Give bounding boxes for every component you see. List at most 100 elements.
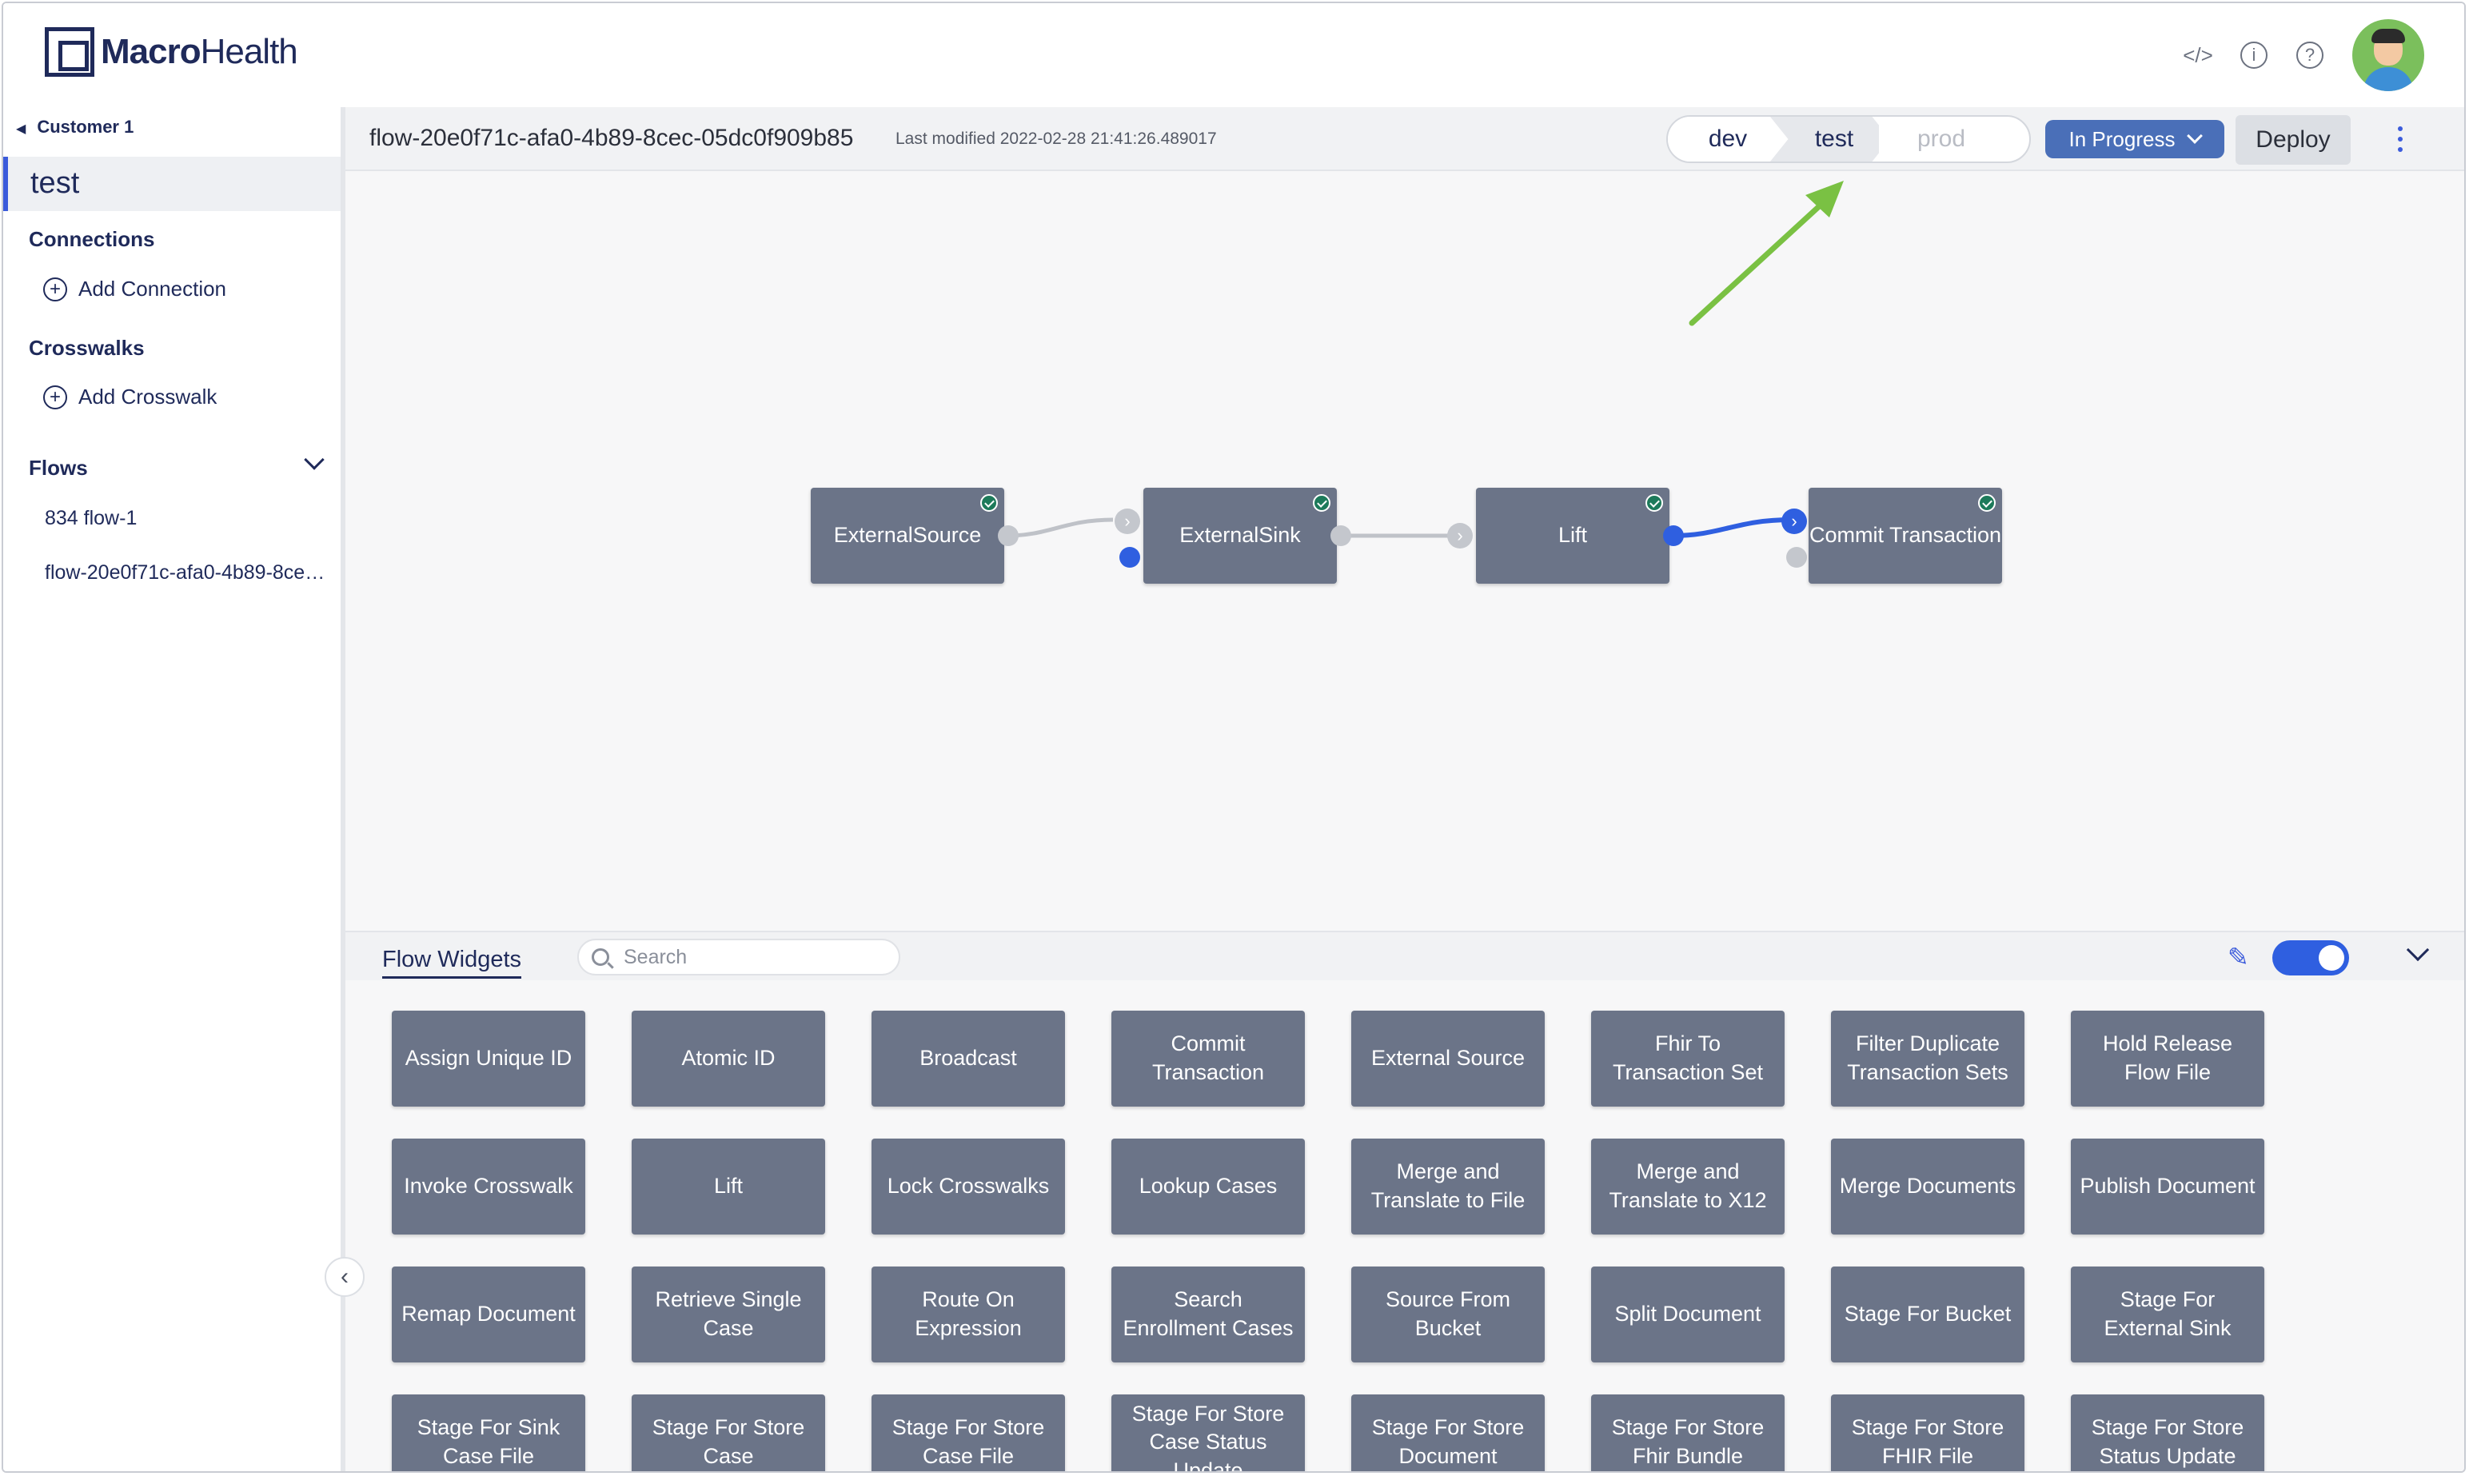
help-icon[interactable]: ? bbox=[2296, 42, 2323, 69]
plus-circle-icon: + bbox=[43, 385, 67, 409]
logo-text-bold: Macro bbox=[101, 32, 201, 71]
input-port-icon[interactable]: › bbox=[1115, 509, 1140, 534]
chevron-down-icon[interactable] bbox=[2406, 938, 2430, 962]
widgets-area: Assign Unique ID Atomic ID Broadcast Commit… bbox=[345, 980, 2464, 1471]
flow-node-externalsource[interactable]: ExternalSource bbox=[811, 488, 1004, 584]
flow-widget-tile[interactable]: Search Enrollment Cases bbox=[1111, 1267, 1305, 1362]
output-port[interactable] bbox=[1786, 547, 1807, 568]
flow-widget-tile[interactable]: Filter Duplicate Transaction Sets bbox=[1831, 1011, 2024, 1107]
pencil-icon[interactable]: ✎ bbox=[2228, 942, 2249, 972]
flow-widget-tile[interactable]: Atomic ID bbox=[632, 1011, 825, 1107]
flow-widget-tile[interactable]: Lock Crosswalks bbox=[872, 1139, 1065, 1235]
info-icon[interactable]: i bbox=[2240, 42, 2268, 69]
search-input[interactable] bbox=[624, 945, 880, 969]
flow-widget-tile[interactable]: Stage For Store Case Status Update bbox=[1111, 1394, 1305, 1471]
flow-widget-tile[interactable]: Route On Expression bbox=[872, 1267, 1065, 1362]
connector-lift-commit bbox=[1672, 517, 1792, 538]
input-port-icon[interactable]: › bbox=[1781, 509, 1807, 534]
flow-widget-tile[interactable]: Commit Transaction bbox=[1111, 1011, 1305, 1107]
widget-search[interactable] bbox=[577, 939, 900, 975]
sidebar-flow-item[interactable]: flow-20e0f71c-afa0-4b89-8cec-05dc0f909b8… bbox=[45, 561, 333, 584]
chevron-left-icon: ‹ bbox=[341, 1263, 349, 1290]
flow-widget-tile[interactable]: Invoke Crosswalk bbox=[392, 1139, 585, 1235]
chevron-down-icon[interactable] bbox=[304, 449, 325, 470]
flow-node-lift[interactable]: Lift bbox=[1476, 488, 1669, 584]
flow-widget-tile[interactable]: Stage For Store Fhir Bundle bbox=[1591, 1394, 1785, 1471]
crosswalks-heading: Crosswalks bbox=[29, 336, 145, 360]
flow-widget-tile[interactable]: Publish Document bbox=[2071, 1139, 2264, 1235]
flow-widget-tile[interactable]: Stage For Store Case File bbox=[872, 1394, 1065, 1471]
add-connection-label: Add Connection bbox=[78, 277, 227, 301]
stage-dev[interactable]: dev bbox=[1668, 117, 1788, 162]
check-circle-icon bbox=[980, 494, 998, 512]
flow-widget-tile[interactable]: Assign Unique ID bbox=[392, 1011, 585, 1107]
node-label: Lift bbox=[1558, 523, 1588, 548]
macrohealth-logo[interactable]: MacroHealth bbox=[45, 27, 298, 77]
flow-widget-tile[interactable]: Stage For Bucket bbox=[1831, 1267, 2024, 1362]
flow-node-externalsink[interactable]: ExternalSink bbox=[1143, 488, 1337, 584]
flow-widget-tile[interactable]: Stage For Store Status Update bbox=[2071, 1394, 2264, 1471]
flow-widget-tile[interactable]: Stage For Store FHIR File bbox=[1831, 1394, 2024, 1471]
flow-widget-tile[interactable]: Stage For Store Document bbox=[1351, 1394, 1545, 1471]
flow-widget-tile[interactable]: Merge and Translate to X12 bbox=[1591, 1139, 1785, 1235]
check-circle-icon bbox=[1645, 494, 1663, 512]
last-modified: Last modified 2022-02-28 21:41:26.489017 bbox=[895, 130, 1217, 148]
flow-widget-tile[interactable]: Stage For External Sink bbox=[2071, 1267, 2264, 1362]
sidebar-selected-label: test bbox=[30, 166, 80, 200]
sidebar: ◀ Customer 1 test Connections + Add Connec… bbox=[3, 107, 345, 1471]
flow-widget-tile[interactable]: Remap Document bbox=[392, 1267, 585, 1362]
flow-widget-tile[interactable]: Split Document bbox=[1591, 1267, 1785, 1362]
flow-widget-tile[interactable]: Broadcast bbox=[872, 1011, 1065, 1107]
sidebar-item-selected[interactable]: test bbox=[3, 157, 341, 211]
output-port[interactable] bbox=[1119, 547, 1140, 568]
flow-widget-tile[interactable]: Fhir To Transaction Set bbox=[1591, 1011, 1785, 1107]
edit-mode-toggle[interactable] bbox=[2272, 940, 2349, 975]
more-options-icon[interactable] bbox=[2392, 123, 2408, 155]
flow-widget-tile[interactable]: Stage For Sink Case File bbox=[392, 1394, 585, 1471]
flows-heading[interactable]: Flows bbox=[29, 456, 88, 481]
connections-heading: Connections bbox=[29, 227, 155, 251]
node-label: ExternalSource bbox=[833, 523, 982, 548]
flow-canvas[interactable]: ExternalSource › ExternalSink › Lift › C… bbox=[345, 171, 2464, 931]
flow-widget-tile[interactable]: Lookup Cases bbox=[1111, 1139, 1305, 1235]
customer-label: Customer 1 bbox=[37, 117, 134, 137]
flow-header: flow-20e0f71c-afa0-4b89-8cec-05dc0f909b8… bbox=[345, 107, 2464, 171]
code-icon[interactable]: </> bbox=[2183, 42, 2213, 69]
flow-widget-tile[interactable]: Merge Documents bbox=[1831, 1139, 2024, 1235]
flow-widget-tile[interactable]: Merge and Translate to File bbox=[1351, 1139, 1545, 1235]
stage-stepper: dev test prod bbox=[1666, 115, 2031, 163]
add-connection-link[interactable]: + Add Connection bbox=[43, 277, 226, 301]
customer-breadcrumb[interactable]: ◀ Customer 1 bbox=[16, 117, 134, 138]
plus-circle-icon: + bbox=[43, 277, 67, 301]
status-label: In Progress bbox=[2068, 126, 2176, 151]
status-dropdown[interactable]: In Progress bbox=[2045, 120, 2224, 158]
sidebar-flow-item[interactable]: 834 flow-1 bbox=[45, 507, 333, 530]
tab-flow-widgets[interactable]: Flow Widgets bbox=[382, 947, 522, 979]
collapse-sidebar-button[interactable]: ‹ bbox=[325, 1257, 365, 1297]
flow-widget-tile[interactable]: External Source bbox=[1351, 1011, 1545, 1107]
node-label: Commit Transaction bbox=[1809, 523, 2002, 548]
logo-mark-icon bbox=[45, 27, 94, 77]
deploy-button[interactable]: Deploy bbox=[2236, 115, 2351, 165]
flow-widget-tile[interactable]: Retrieve Single Case bbox=[632, 1267, 825, 1362]
input-port-icon[interactable]: › bbox=[1447, 523, 1473, 549]
check-circle-icon bbox=[1313, 494, 1330, 512]
avatar[interactable] bbox=[2352, 19, 2424, 91]
output-port[interactable] bbox=[998, 525, 1019, 546]
flow-node-commit-transaction[interactable]: Commit Transaction bbox=[1809, 488, 2002, 584]
top-bar: MacroHealth </> i ? bbox=[3, 3, 2464, 107]
check-circle-icon bbox=[1978, 494, 1996, 512]
flow-widget-tile[interactable]: Stage For Store Case bbox=[632, 1394, 825, 1471]
output-port[interactable] bbox=[1330, 525, 1351, 546]
node-label: ExternalSink bbox=[1179, 523, 1301, 548]
stage-prod[interactable]: prod bbox=[1879, 117, 2004, 162]
app-window: MacroHealth </> i ? ◀ Customer 1 test Con… bbox=[2, 2, 2466, 1473]
flow-widget-tile[interactable]: Hold Release Flow File bbox=[2071, 1011, 2264, 1107]
stage-test[interactable]: test bbox=[1770, 117, 1890, 162]
search-icon bbox=[592, 948, 609, 966]
add-crosswalk-link[interactable]: + Add Crosswalk bbox=[43, 385, 217, 409]
output-port[interactable] bbox=[1663, 525, 1684, 546]
flow-widget-tile[interactable]: Lift bbox=[632, 1139, 825, 1235]
flow-widget-tile[interactable]: Source From Bucket bbox=[1351, 1267, 1545, 1362]
add-crosswalk-label: Add Crosswalk bbox=[78, 385, 217, 409]
